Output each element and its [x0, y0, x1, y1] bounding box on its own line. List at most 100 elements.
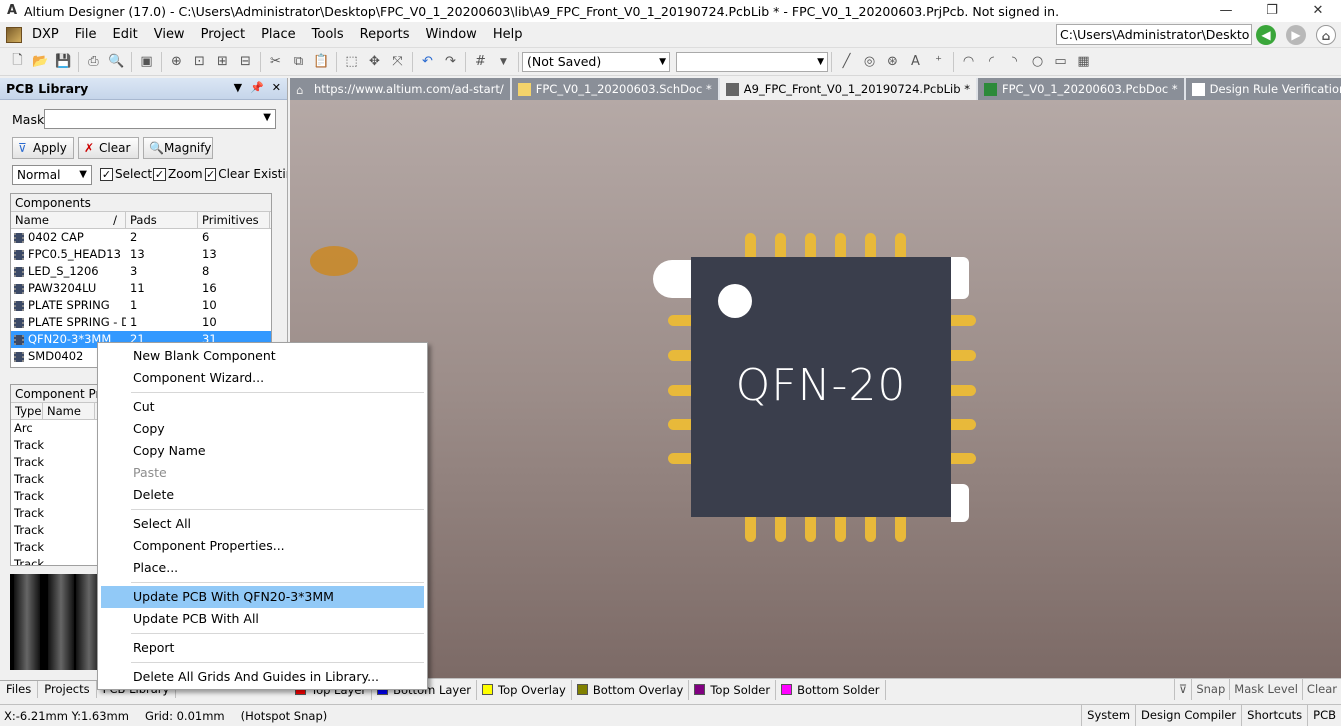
menu-tools[interactable]: Tools [304, 22, 352, 48]
pcb-panel-button[interactable]: PCB [1307, 705, 1341, 726]
menu-edit[interactable]: Edit [105, 22, 146, 48]
layer-tab[interactable]: Bottom Solder [776, 679, 886, 700]
print-icon[interactable]: ⎙ [84, 52, 104, 72]
menu-item[interactable]: Component Wizard... [101, 367, 424, 389]
snap-button[interactable]: Snap [1191, 679, 1229, 700]
menu-help[interactable]: Help [485, 22, 531, 48]
col-prim-name[interactable]: Name [43, 403, 95, 419]
col-primitives[interactable]: Primitives [198, 212, 270, 228]
via-icon[interactable]: ⊛ [883, 52, 903, 72]
deselect-icon[interactable]: ⤧ [388, 52, 408, 72]
doctab-drc-report[interactable]: Design Rule Verification Report [1185, 78, 1341, 100]
select-area-icon[interactable]: ⬚ [342, 52, 362, 72]
tab-projects[interactable]: Projects [38, 681, 97, 698]
col-name[interactable]: Name / [11, 212, 126, 228]
layer-tab[interactable]: Top Overlay [477, 679, 572, 700]
component-row[interactable]: PLATE SPRING 1 10 [11, 297, 271, 314]
zoom-fit-icon[interactable]: ⊞ [213, 52, 233, 72]
col-type[interactable]: Type [11, 403, 43, 419]
select-checkbox[interactable]: ✓ Select [100, 167, 152, 181]
col-pads[interactable]: Pads [126, 212, 198, 228]
coordinate-icon[interactable]: ⁺ [929, 52, 949, 72]
zoom-selected-icon[interactable]: ⊟ [236, 52, 256, 72]
menu-item[interactable]: Select All [101, 513, 424, 535]
apply-button[interactable]: ⊽ Apply [12, 137, 74, 159]
menu-item[interactable]: Update PCB With QFN20-3*3MM [101, 586, 424, 608]
menu-item[interactable]: Copy Name [101, 440, 424, 462]
back-icon[interactable]: ◀ [1256, 25, 1276, 45]
maximize-button[interactable]: ❐ [1249, 0, 1295, 22]
undo-icon[interactable]: ↶ [418, 52, 438, 72]
mask-level-button[interactable]: Mask Level [1229, 679, 1302, 700]
open-icon[interactable]: 📂 [31, 52, 51, 72]
menu-item[interactable]: Report [101, 637, 424, 659]
circle-icon[interactable]: ○ [1028, 52, 1048, 72]
cut-icon[interactable]: ✂ [266, 52, 286, 72]
menu-file[interactable]: File [67, 22, 105, 48]
string-icon[interactable]: A [906, 52, 926, 72]
move-icon[interactable]: ✥ [365, 52, 385, 72]
dxp-icon[interactable] [6, 26, 22, 43]
corner-pad[interactable] [951, 257, 969, 299]
mode-combo[interactable]: Normal ▼ [12, 165, 92, 185]
menu-place[interactable]: Place [253, 22, 304, 48]
menu-project[interactable]: Project [193, 22, 253, 48]
menu-item[interactable]: Cut [101, 396, 424, 418]
system-panel-button[interactable]: System [1081, 705, 1135, 726]
doctab-start[interactable]: ⌂ https://www.altium.com/ad-start/ [290, 78, 510, 100]
menu-item[interactable]: Delete All Grids And Guides in Library..… [101, 666, 424, 688]
component-row[interactable]: FPC0.5_HEAD13 13 13 [11, 246, 271, 263]
doctab-schdoc[interactable]: FPC_V0_1_20200603.SchDoc * [511, 78, 718, 100]
pin-icon[interactable]: 📌 [250, 81, 264, 94]
line-icon[interactable]: ╱ [837, 52, 857, 72]
menu-reports[interactable]: Reports [352, 22, 418, 48]
saved-state-combo[interactable]: (Not Saved) ▼ [522, 51, 670, 72]
layer-filter-icon[interactable]: ⊽ [1173, 679, 1191, 700]
corner-pad[interactable] [653, 260, 691, 298]
array-paste-icon[interactable]: ▦ [1074, 52, 1094, 72]
close-icon[interactable]: ✕ [272, 81, 281, 94]
redo-icon[interactable]: ↷ [441, 52, 461, 72]
paste-icon[interactable]: 📋 [312, 52, 332, 72]
zoom-checkbox[interactable]: ✓ Zoom [153, 167, 203, 181]
magnify-button[interactable]: 🔍 Magnify [143, 137, 213, 159]
menu-item[interactable]: Component Properties... [101, 535, 424, 557]
placed-object[interactable] [310, 246, 358, 276]
doctab-pcblib[interactable]: A9_FPC_Front_V0_1_20190724.PcbLib * [719, 78, 976, 100]
open-project-icon[interactable]: ▣ [137, 52, 157, 72]
clear-mask-button[interactable]: Clear [1301, 679, 1341, 700]
zoom-area-icon[interactable]: ⊡ [190, 52, 210, 72]
menu-item[interactable]: Delete [101, 484, 424, 506]
arc-any-icon[interactable]: ◝ [1005, 52, 1025, 72]
filter-combo[interactable]: ▼ [676, 51, 828, 72]
arc-center-icon[interactable]: ◠ [959, 52, 979, 72]
menu-window[interactable]: Window [418, 22, 485, 48]
print-preview-icon[interactable]: 🔍 [107, 52, 127, 72]
menu-view[interactable]: View [146, 22, 193, 48]
component-row[interactable]: 0402 CAP 2 6 [11, 229, 271, 246]
pcb-canvas[interactable]: QFN-20 [290, 100, 1341, 678]
layer-tab[interactable]: Top Solder [689, 679, 777, 700]
close-button[interactable]: ✕ [1295, 0, 1341, 22]
layer-tab[interactable]: Bottom Overlay [572, 679, 690, 700]
home-icon[interactable]: ⌂ [1316, 25, 1336, 45]
tab-files[interactable]: Files [0, 681, 39, 698]
arc-edge-icon[interactable]: ◜ [982, 52, 1002, 72]
minimize-button[interactable]: — [1203, 0, 1249, 22]
menu-dxp[interactable]: DXP [24, 22, 67, 48]
clear-existing-checkbox[interactable]: ✓ Clear Existing [205, 167, 287, 181]
mask-input[interactable]: ▼ [44, 109, 276, 129]
menu-item[interactable]: Update PCB With All [101, 608, 424, 630]
doctab-pcbdoc[interactable]: FPC_V0_1_20200603.PcbDoc * [977, 78, 1184, 100]
fill-icon[interactable]: ▭ [1051, 52, 1071, 72]
menu-item[interactable]: Place... [101, 557, 424, 579]
menu-item[interactable]: Copy [101, 418, 424, 440]
corner-pad[interactable] [951, 484, 969, 522]
clear-button[interactable]: ✗ Clear [78, 137, 139, 159]
component-row[interactable]: PLATE SPRING - DU 1 10 [11, 314, 271, 331]
new-icon[interactable]: 🗋 [8, 52, 28, 72]
pad-icon[interactable]: ◎ [860, 52, 880, 72]
shortcuts-button[interactable]: Shortcuts [1241, 705, 1307, 726]
path-field[interactable]: C:\Users\Administrator\Deskto [1056, 24, 1252, 45]
forward-icon[interactable]: ▶ [1286, 25, 1306, 45]
